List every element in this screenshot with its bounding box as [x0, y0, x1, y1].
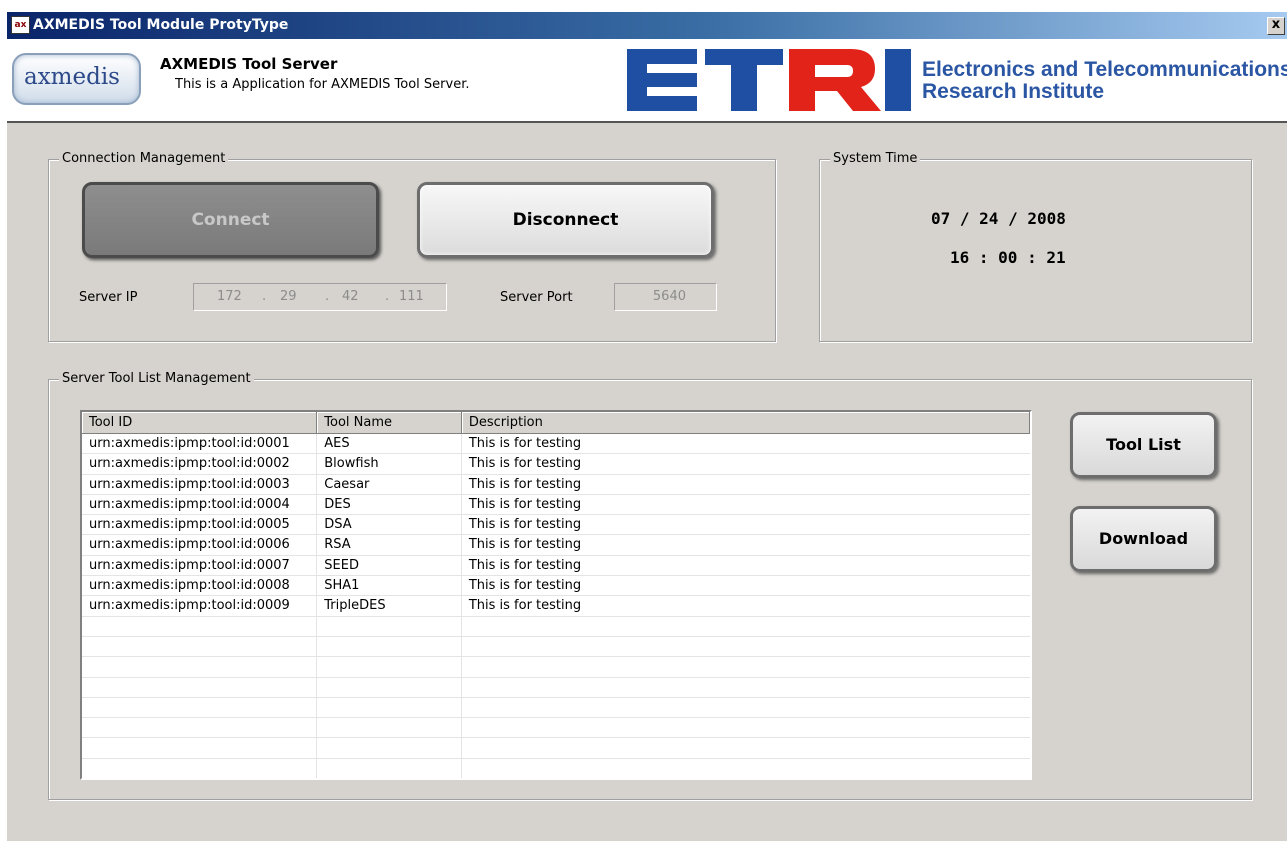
axmedis-logo: axmedis	[12, 53, 141, 105]
cell-description: This is for testing	[468, 456, 582, 472]
table-row[interactable]: urn:axmedis:ipmp:tool:id:0003 Caesar This …	[82, 474, 1030, 495]
cell-tool-name: Blowfish	[317, 454, 462, 474]
title-bar[interactable]: ax AXMEDIS Tool Module ProtyType x	[7, 12, 1287, 39]
ip-separator-2: .	[325, 289, 330, 304]
table-row[interactable]: urn:axmedis:ipmp:tool:id:0001 AES This is …	[82, 434, 1030, 455]
cell-tool-name: Caesar	[317, 474, 462, 494]
empty-row	[82, 758, 1030, 778]
app-icon: ax	[11, 16, 30, 34]
connection-management-label: Connection Management	[59, 151, 229, 166]
tool-list-table[interactable]: Tool ID Tool Name Description urn:axmedi…	[80, 410, 1032, 780]
empty-row	[82, 738, 1030, 759]
connect-button[interactable]: Connect	[82, 182, 379, 258]
column-header-tool-id[interactable]: Tool ID	[82, 412, 318, 433]
cell-tool-id: urn:axmedis:ipmp:tool:id:0006	[82, 535, 318, 555]
ip-separator-3: .	[385, 289, 390, 304]
tool-list-button[interactable]: Tool List	[1070, 412, 1217, 478]
cell-tool-name: SEED	[317, 555, 462, 576]
server-port-label: Server Port	[500, 290, 573, 305]
server-port-value: 5640	[652, 289, 686, 304]
empty-row	[82, 616, 1030, 637]
ip-octet-1: 172	[217, 289, 242, 304]
cell-description: This is for testing	[468, 436, 582, 451]
table-row[interactable]: urn:axmedis:ipmp:tool:id:0007 SEED This is…	[82, 555, 1030, 577]
etri-name-line1: Electronics and Telecommunications	[922, 58, 1287, 81]
cell-tool-name: RSA	[317, 535, 462, 555]
server-ip-label: Server IP	[79, 290, 138, 305]
ip-octet-4: 111	[399, 289, 424, 304]
banner-subtitle: This is a Application for AXMEDIS Tool S…	[175, 77, 470, 92]
cell-tool-name: AES	[317, 434, 462, 454]
ip-octet-2: 29	[280, 289, 297, 304]
empty-row	[82, 718, 1030, 739]
cell-tool-name: DSA	[317, 515, 462, 535]
disconnect-button[interactable]: Disconnect	[417, 182, 714, 258]
empty-row	[82, 636, 1030, 658]
cell-description: This is for testing	[468, 598, 582, 614]
cell-tool-name: TripleDES	[317, 596, 462, 616]
header-banner: axmedis AXMEDIS Tool Server This is a Ap…	[7, 39, 1287, 123]
system-date: 07 / 24 / 2008	[931, 209, 1066, 228]
cell-description: This is for testing	[468, 496, 582, 512]
ip-separator-1: .	[262, 289, 267, 304]
download-button[interactable]: Download	[1070, 506, 1217, 572]
cell-tool-name: DES	[317, 494, 462, 515]
cell-tool-id: urn:axmedis:ipmp:tool:id:0005	[82, 515, 318, 535]
cell-tool-id: urn:axmedis:ipmp:tool:id:0003	[82, 474, 318, 494]
cell-description: This is for testing	[468, 578, 582, 594]
server-ip-field[interactable]: 172 . 29 . 42 . 111	[193, 283, 447, 311]
table-row[interactable]: urn:axmedis:ipmp:tool:id:0002 Blowfish Thi…	[82, 454, 1030, 475]
table-row[interactable]: urn:axmedis:ipmp:tool:id:0006 RSA This is …	[82, 535, 1030, 556]
column-header-description[interactable]: Description	[462, 412, 1030, 433]
empty-row	[82, 677, 1030, 698]
close-button[interactable]: x	[1267, 17, 1285, 35]
ip-octet-3: 42	[342, 289, 359, 304]
cell-tool-id: urn:axmedis:ipmp:tool:id:0002	[82, 454, 318, 474]
empty-row	[82, 697, 1030, 719]
cell-tool-name: SHA1	[317, 576, 462, 596]
axmedis-logo-text: axmedis	[24, 64, 120, 90]
empty-row	[82, 657, 1030, 678]
system-time-label: System Time	[830, 151, 921, 166]
cell-tool-id: urn:axmedis:ipmp:tool:id:0004	[82, 494, 318, 515]
system-clock: 16 : 00 : 21	[950, 248, 1066, 267]
table-body: urn:axmedis:ipmp:tool:id:0001 AES This is …	[82, 434, 1030, 778]
server-port-field[interactable]: 5640	[614, 283, 717, 311]
cell-description: This is for testing	[468, 557, 582, 573]
etri-name-line2: Research Institute	[922, 80, 1105, 103]
table-row[interactable]: urn:axmedis:ipmp:tool:id:0005 DSA This is …	[82, 515, 1030, 536]
etri-name: Electronics and Telecommunications Resea…	[922, 59, 1287, 103]
cell-tool-id: urn:axmedis:ipmp:tool:id:0001	[82, 434, 318, 454]
banner-title: AXMEDIS Tool Server	[160, 55, 338, 73]
cell-description: This is for testing	[468, 517, 582, 533]
table-header: Tool ID Tool Name Description	[82, 412, 1030, 434]
table-row[interactable]: urn:axmedis:ipmp:tool:id:0009 TripleDES Th…	[82, 596, 1030, 617]
app-window: ax AXMEDIS Tool Module ProtyType x axmed…	[7, 12, 1287, 841]
window-title: AXMEDIS Tool Module ProtyType	[33, 17, 289, 33]
etri-logo	[627, 49, 911, 111]
cell-description: This is for testing	[468, 537, 582, 553]
column-header-tool-name[interactable]: Tool Name	[317, 412, 462, 433]
cell-tool-id: urn:axmedis:ipmp:tool:id:0007	[82, 555, 318, 576]
cell-description: This is for testing	[468, 476, 582, 492]
cell-tool-id: urn:axmedis:ipmp:tool:id:0009	[82, 596, 318, 616]
cell-tool-id: urn:axmedis:ipmp:tool:id:0008	[82, 576, 318, 596]
table-row[interactable]: urn:axmedis:ipmp:tool:id:0008 SHA1 This is…	[82, 576, 1030, 597]
tool-list-group-label: Server Tool List Management	[59, 371, 254, 386]
table-row[interactable]: urn:axmedis:ipmp:tool:id:0004 DES This is …	[82, 494, 1030, 516]
